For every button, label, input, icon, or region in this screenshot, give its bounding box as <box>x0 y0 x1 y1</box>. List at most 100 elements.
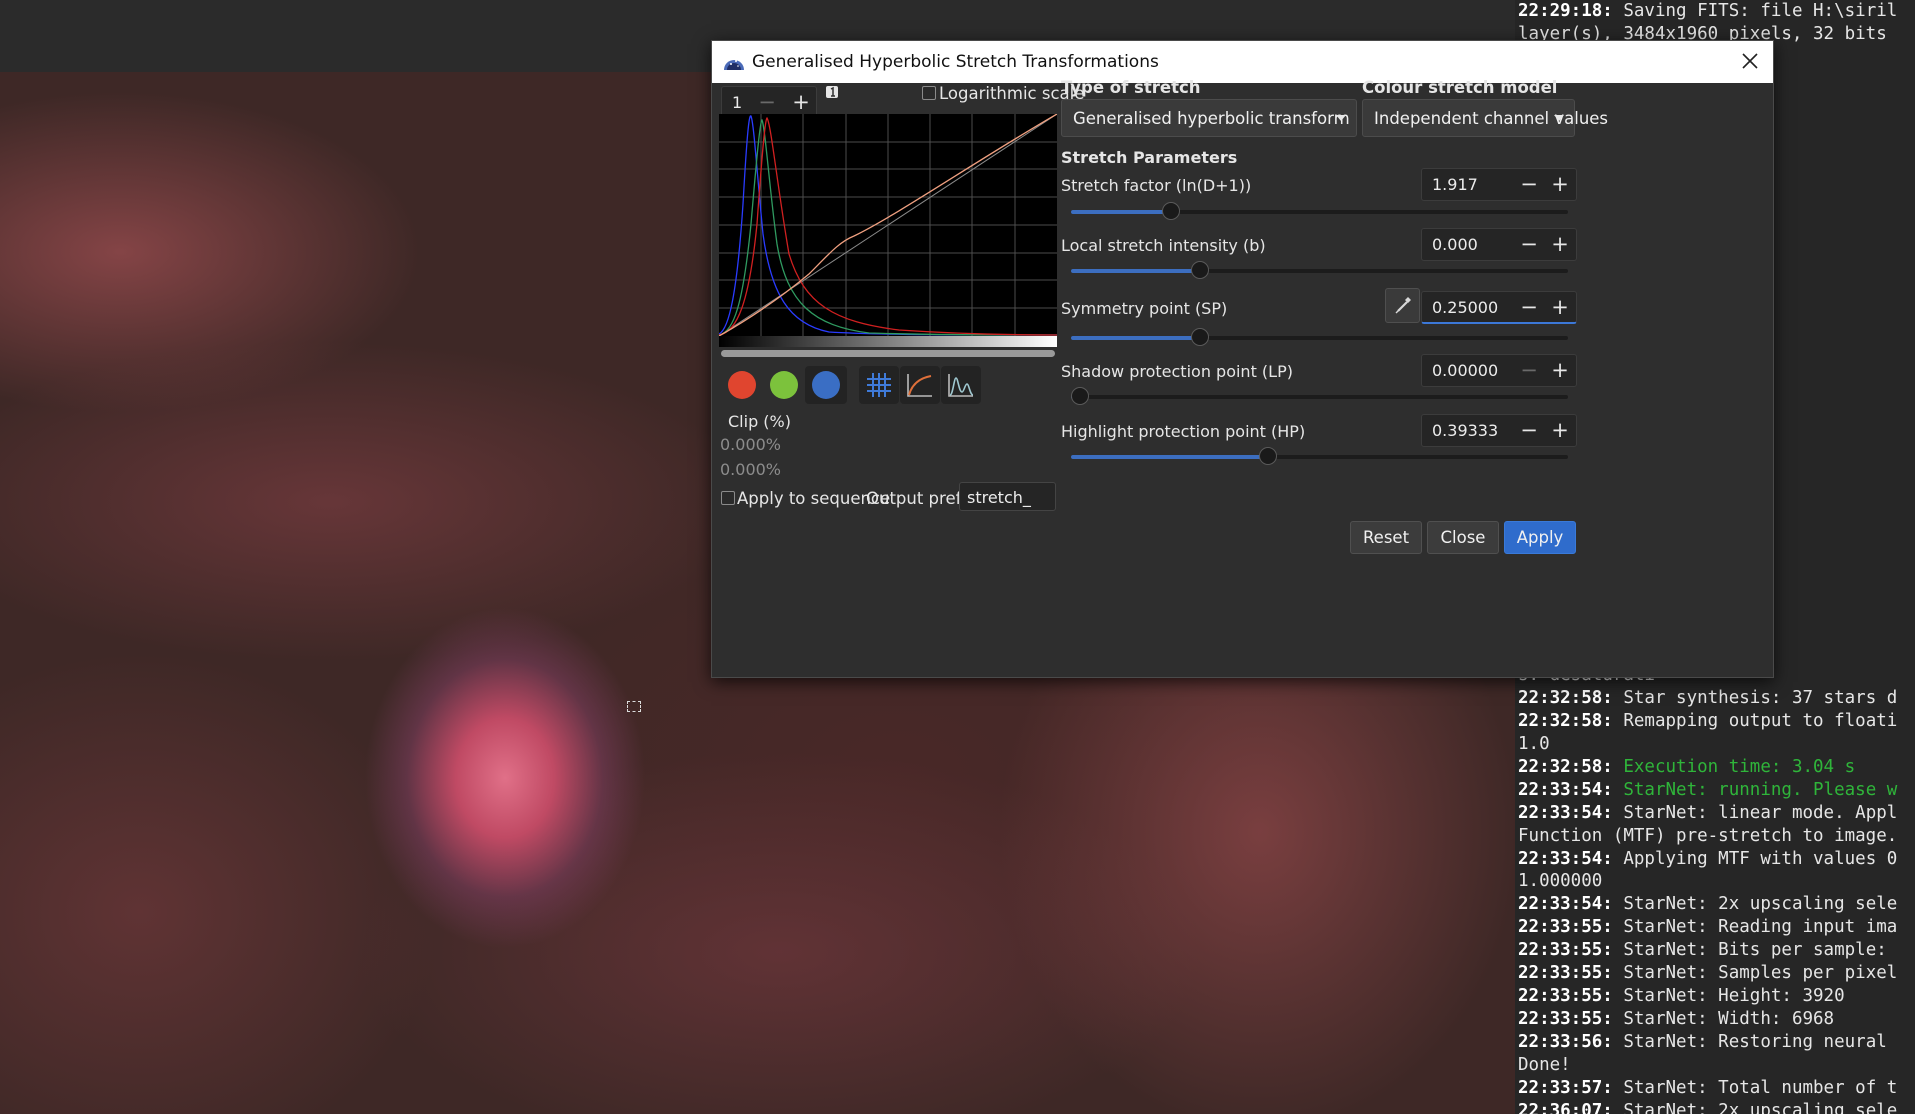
console-line: 22:29:18: Saving FITS: file H:\siril <box>1515 0 1915 23</box>
local-intensity-label: Local stretch intensity (b) <box>1061 236 1266 255</box>
slider-handle[interactable] <box>1191 328 1209 346</box>
stretch-factor-label: Stretch factor (ln(D+1)) <box>1061 176 1252 195</box>
stretch-factor-minus-button[interactable]: − <box>1512 169 1546 200</box>
console-timestamp: 22:32:58: <box>1518 711 1613 732</box>
clip-low-value: 0.000% <box>720 435 782 454</box>
console-message: 1.000000 <box>1518 871 1603 892</box>
slider-handle[interactable] <box>1162 202 1180 220</box>
console-line: 22:32:58: Execution time: 3.04 s <box>1515 756 1915 779</box>
red-channel-button[interactable] <box>721 366 763 404</box>
shadow-protection-minus-button[interactable]: − <box>1512 355 1546 386</box>
console-line: 22:33:54: StarNet: linear mode. Appl <box>1515 802 1915 825</box>
apply-button[interactable]: Apply <box>1504 521 1576 554</box>
close-button[interactable]: Close <box>1427 521 1499 554</box>
close-icon[interactable] <box>1736 47 1764 75</box>
console-timestamp: 22:32:58: <box>1518 756 1613 777</box>
grid-toggle-button[interactable] <box>859 366 899 404</box>
blue-channel-button[interactable] <box>805 366 847 404</box>
console-message: Applying MTF with values 0 <box>1612 848 1898 869</box>
dialog-title: Generalised Hyperbolic Stretch Transform… <box>752 52 1159 72</box>
console-message: Saving FITS: file H:\siril <box>1612 1 1898 21</box>
histogram-graph[interactable] <box>719 114 1057 336</box>
green-channel-button[interactable] <box>763 366 805 404</box>
console-message: StarNet: linear mode. Appl <box>1612 802 1898 823</box>
highlight-protection-value[interactable]: 0.39333 <box>1432 421 1498 440</box>
symmetry-point-value[interactable]: 0.25000 <box>1432 298 1498 317</box>
dialog-titlebar[interactable]: Generalised Hyperbolic Stretch Transform… <box>712 41 1773 83</box>
console-line: 22:33:54: StarNet: 2x upscaling sele <box>1515 893 1915 916</box>
highlight-protection-spin[interactable]: 0.39333 − + <box>1421 414 1577 447</box>
colour-model-value: Independent channel values <box>1374 109 1609 128</box>
local-intensity-value[interactable]: 0.000 <box>1432 235 1478 254</box>
stretch-factor-plus-button[interactable]: + <box>1543 169 1577 200</box>
eyedropper-icon <box>1395 297 1411 314</box>
symmetry-point-minus-button[interactable]: − <box>1512 292 1546 323</box>
console-timestamp: 22:33:55: <box>1518 963 1613 984</box>
local-intensity-slider[interactable] <box>1071 261 1568 281</box>
slider-fill <box>1071 336 1200 340</box>
console-timestamp: 22:33:54: <box>1518 894 1613 915</box>
console-line: 22:33:55: StarNet: Bits per sample: <box>1515 939 1915 962</box>
shadow-protection-spin[interactable]: 0.00000 − + <box>1421 354 1577 387</box>
apply-sequence-checkbox[interactable] <box>721 491 735 505</box>
symmetry-point-plus-button[interactable]: + <box>1543 292 1577 323</box>
console-message: Done! <box>1518 1054 1571 1075</box>
intensity-gradient <box>719 336 1057 347</box>
console-message: StarNet: running. Please w <box>1612 779 1898 800</box>
output-prefix-input[interactable]: stretch_ <box>959 482 1056 511</box>
console-line: 22:36:07: StarNet: 2x upscaling sele <box>1515 1100 1915 1114</box>
stretch-type-dropdown[interactable]: Generalised hyperbolic transform <box>1061 99 1357 137</box>
highlight-protection-plus-button[interactable]: + <box>1543 415 1577 446</box>
colour-model-label: Colour stretch model <box>1362 78 1558 97</box>
stretch-factor-spin[interactable]: 1.917 − + <box>1421 168 1577 201</box>
curve-toggle-button[interactable] <box>900 366 940 404</box>
zoom-one-to-one-icon[interactable] <box>825 85 839 99</box>
console-line: 22:33:55: StarNet: Reading input ima <box>1515 916 1915 939</box>
console-timestamp: 22:36:07: <box>1518 1100 1613 1114</box>
green-dot-icon <box>770 371 798 399</box>
console-timestamp: 22:33:56: <box>1518 1031 1613 1052</box>
eyedropper-button[interactable] <box>1385 288 1420 323</box>
shadow-protection-slider[interactable] <box>1071 387 1568 407</box>
slider-fill <box>1071 269 1200 273</box>
console-line: 22:33:54: StarNet: running. Please w <box>1515 779 1915 802</box>
highlight-protection-slider[interactable] <box>1071 447 1568 467</box>
console-message: StarNet: Restoring neural <box>1612 1031 1887 1052</box>
selection-marker[interactable] <box>627 701 641 712</box>
stretch-params-heading: Stretch Parameters <box>1061 148 1238 167</box>
symmetry-point-slider[interactable] <box>1071 328 1568 348</box>
local-intensity-spin[interactable]: 0.000 − + <box>1421 228 1577 261</box>
stretch-factor-slider[interactable] <box>1071 202 1568 222</box>
console-message: Star synthesis: 37 stars d <box>1612 688 1898 709</box>
console-message: Execution time: 3.04 s <box>1612 756 1856 777</box>
highlight-protection-minus-button[interactable]: − <box>1512 415 1546 446</box>
local-intensity-minus-button[interactable]: − <box>1512 229 1546 260</box>
console-line: 1.0 <box>1515 733 1915 756</box>
colour-model-dropdown[interactable]: Independent channel values <box>1362 99 1608 137</box>
console-message: StarNet: Total number of t <box>1612 1077 1898 1098</box>
console-timestamp: 22:33:55: <box>1518 1008 1613 1029</box>
stretch-type-value: Generalised hyperbolic transform <box>1073 109 1350 128</box>
console-message: StarNet: 2x upscaling sele <box>1612 894 1898 915</box>
log-scale-checkbox[interactable] <box>922 86 936 100</box>
console-message: StarNet: Samples per pixel <box>1612 963 1898 984</box>
chevron-down-icon <box>1336 115 1346 121</box>
stretch-factor-value[interactable]: 1.917 <box>1432 175 1478 194</box>
histogram-toggle-button[interactable] <box>941 366 981 404</box>
console-line: Done! <box>1515 1054 1915 1077</box>
shadow-protection-plus-button[interactable]: + <box>1543 355 1577 386</box>
graph-scrollbar[interactable] <box>721 350 1055 357</box>
console-message: Function (MTF) pre-stretch to image. <box>1518 825 1898 846</box>
local-intensity-plus-button[interactable]: + <box>1543 229 1577 260</box>
console-message: StarNet: 2x upscaling sele <box>1612 1100 1898 1114</box>
slider-handle[interactable] <box>1191 261 1209 279</box>
slider-handle[interactable] <box>1259 447 1277 465</box>
stretch-type-label: Type of stretch <box>1061 78 1201 97</box>
symmetry-point-spin[interactable]: 0.25000 − + <box>1421 291 1577 324</box>
output-prefix-value[interactable]: stretch_ <box>967 488 1031 507</box>
slider-handle[interactable] <box>1071 387 1089 405</box>
reset-button[interactable]: Reset <box>1350 521 1422 554</box>
shadow-protection-value[interactable]: 0.00000 <box>1432 361 1498 380</box>
zoom-value[interactable]: 1 <box>732 93 742 112</box>
console-line: 22:32:58: Star synthesis: 37 stars d <box>1515 687 1915 710</box>
